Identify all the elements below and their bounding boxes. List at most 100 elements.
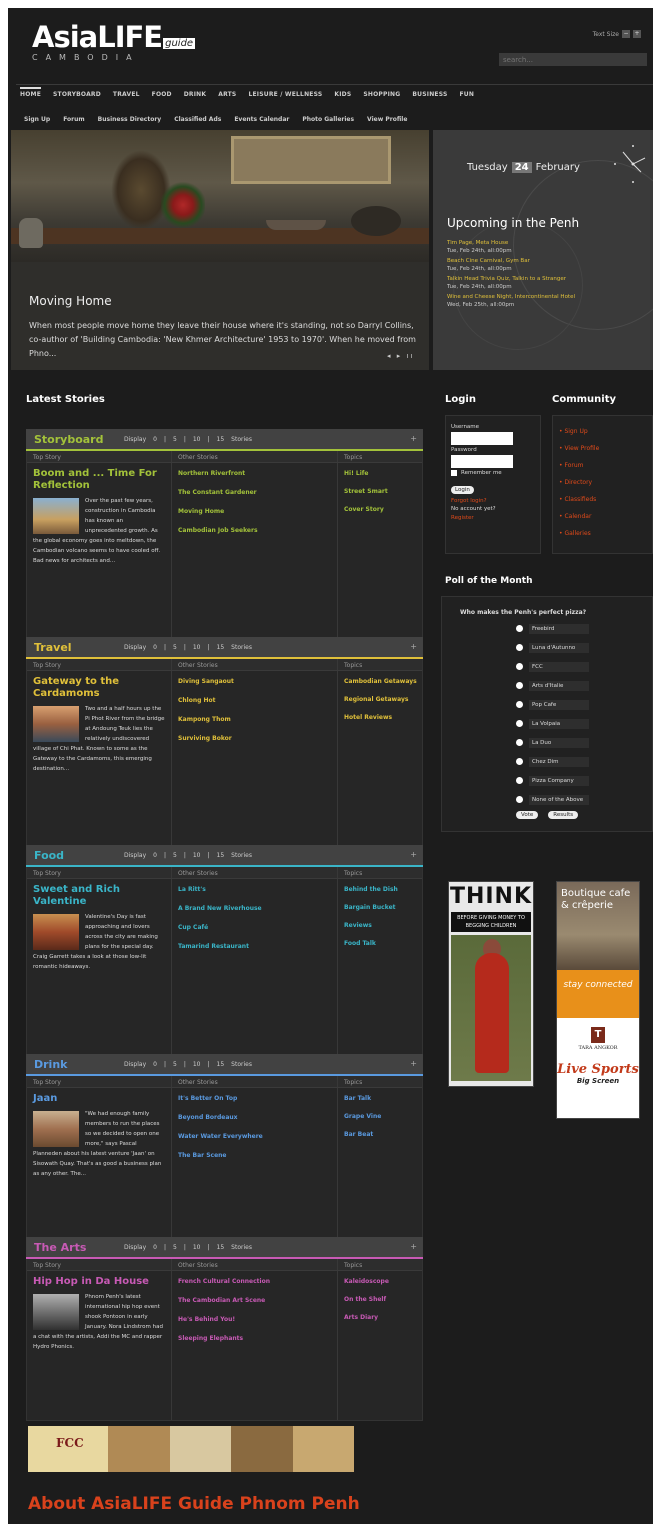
display-count-option[interactable]: 5	[173, 1244, 177, 1251]
fcc-banner-ad[interactable]: FCC	[28, 1426, 354, 1472]
text-smaller-button[interactable]: −	[622, 30, 630, 38]
poll-option[interactable]: La Volpaia	[516, 714, 589, 733]
display-count-option[interactable]: 0	[153, 644, 157, 651]
display-count-option[interactable]: 10	[193, 644, 201, 651]
other-story-link[interactable]: Surviving Bokor	[178, 735, 337, 742]
other-story-link[interactable]: The Cambodian Art Scene	[178, 1297, 337, 1304]
poll-option[interactable]: La Duo	[516, 733, 589, 752]
event-item[interactable]: Talkin Head Trivia Quiz, Talkin to a Str…	[447, 276, 651, 290]
register-link[interactable]: Register	[451, 515, 540, 521]
username-input[interactable]	[451, 432, 513, 445]
display-count-option[interactable]: Stories	[231, 1061, 252, 1068]
topic-link[interactable]: Street Smart	[344, 488, 422, 496]
community-item-classifieds[interactable]: • Classifieds	[559, 496, 652, 504]
top-story-thumbnail[interactable]	[33, 1111, 79, 1147]
community-item-view-profile[interactable]: • View Profile	[559, 445, 652, 453]
top-story-thumbnail[interactable]	[33, 498, 79, 534]
nav-home[interactable]: HOME	[20, 87, 41, 98]
topic-link[interactable]: Hotel Reviews	[344, 714, 422, 722]
event-name[interactable]: Beach Cine Carnival, Gym Bar	[447, 258, 651, 264]
other-story-link[interactable]: Northern Riverfront	[178, 470, 337, 477]
event-name[interactable]: Wine and Cheese Night, Intercontinental …	[447, 294, 651, 300]
community-item-calendar[interactable]: • Calendar	[559, 513, 652, 521]
topic-link[interactable]: Behind the Dish	[344, 886, 422, 894]
event-item[interactable]: Wine and Cheese Night, Intercontinental …	[447, 294, 651, 308]
community-item-sign-up[interactable]: • Sign Up	[559, 428, 652, 436]
nav-shopping[interactable]: SHOPPING	[363, 91, 400, 98]
subnav-photo-galleries[interactable]: Photo Galleries	[302, 116, 354, 123]
display-count-option[interactable]: Stories	[231, 1244, 252, 1251]
top-story-title[interactable]: Hip Hop in Da House	[33, 1276, 166, 1288]
topic-link[interactable]: Food Talk	[344, 940, 422, 948]
event-item[interactable]: Beach Cine Carnival, Gym Bar Tue, Feb 24t…	[447, 258, 651, 272]
expand-icon[interactable]: +	[410, 642, 417, 651]
other-story-link[interactable]: Cup Café	[178, 924, 337, 931]
topic-link[interactable]: Cambodian Getaways	[344, 678, 422, 686]
text-larger-button[interactable]: +	[633, 30, 641, 38]
vote-button[interactable]: Vote	[516, 811, 539, 819]
radio-button[interactable]	[516, 682, 523, 689]
tara-angkor-ad[interactable]: Boutique cafe & crêperie stay connected …	[556, 881, 640, 1119]
top-story-thumbnail[interactable]	[33, 914, 79, 950]
subnav-forum[interactable]: Forum	[63, 116, 84, 123]
other-story-link[interactable]: La Ritt's	[178, 886, 337, 893]
featured-title[interactable]: Moving Home	[29, 294, 112, 308]
display-count-option[interactable]: 15	[217, 644, 225, 651]
think-ad[interactable]: THINK BEFORE GIVING MONEY TO BEGGING CHI…	[448, 881, 534, 1087]
nav-travel[interactable]: TRAVEL	[113, 91, 140, 98]
topic-link[interactable]: Regional Getaways	[344, 696, 422, 704]
display-count-option[interactable]: 5	[173, 644, 177, 651]
nav-drink[interactable]: DRINK	[184, 91, 207, 98]
other-story-link[interactable]: Tamarind Restaurant	[178, 943, 337, 950]
event-name[interactable]: Talkin Head Trivia Quiz, Talkin to a Str…	[447, 276, 651, 282]
display-count-option[interactable]: Stories	[231, 644, 252, 651]
display-count-option[interactable]: Stories	[231, 436, 252, 443]
community-item-forum[interactable]: • Forum	[559, 462, 652, 470]
expand-icon[interactable]: +	[410, 434, 417, 443]
subnav-sign-up[interactable]: Sign Up	[24, 116, 50, 123]
poll-option[interactable]: Pop Cafe	[516, 695, 589, 714]
results-button[interactable]: Results	[548, 811, 579, 819]
section-title[interactable]: Storyboard	[34, 433, 124, 446]
top-story-title[interactable]: Jaan	[33, 1093, 166, 1105]
other-story-link[interactable]: Sleeping Elephants	[178, 1335, 337, 1342]
radio-button[interactable]	[516, 777, 523, 784]
radio-button[interactable]	[516, 796, 523, 803]
display-count-option[interactable]: 15	[217, 436, 225, 443]
radio-button[interactable]	[516, 701, 523, 708]
display-count-option[interactable]: 0	[153, 1244, 157, 1251]
remember-checkbox[interactable]	[451, 470, 457, 476]
topic-link[interactable]: Cover Story	[344, 506, 422, 514]
subnav-events-calendar[interactable]: Events Calendar	[234, 116, 289, 123]
poll-option[interactable]: Freebird	[516, 619, 589, 638]
site-logo[interactable]: AsiaLIFE guide CAMBODIA	[32, 22, 196, 62]
display-count-option[interactable]: 15	[217, 1061, 225, 1068]
topic-link[interactable]: Bar Beat	[344, 1131, 422, 1139]
nav-business[interactable]: BUSINESS	[412, 91, 447, 98]
display-count-option[interactable]: 5	[173, 436, 177, 443]
display-count-option[interactable]: Stories	[231, 852, 252, 859]
topic-link[interactable]: Reviews	[344, 922, 422, 930]
remember-me[interactable]: Remember me	[451, 470, 540, 476]
login-button[interactable]: Login	[451, 486, 474, 494]
event-item[interactable]: Tim Page, Meta House Tue, Feb 24th, all:0…	[447, 240, 651, 254]
display-count-option[interactable]: 10	[193, 1244, 201, 1251]
password-input[interactable]	[451, 455, 513, 468]
nav-kids[interactable]: KIDS	[334, 91, 351, 98]
top-story-thumbnail[interactable]	[33, 1294, 79, 1330]
nav-food[interactable]: FOOD	[152, 91, 172, 98]
subnav-classified-ads[interactable]: Classified Ads	[174, 116, 221, 123]
subnav-view-profile[interactable]: View Profile	[367, 116, 407, 123]
community-item-directory[interactable]: • Directory	[559, 479, 652, 487]
expand-icon[interactable]: +	[410, 1242, 417, 1251]
other-story-link[interactable]: Chlong Hot	[178, 697, 337, 704]
top-story-title[interactable]: Boom and ... Time For Reflection	[33, 468, 166, 492]
radio-button[interactable]	[516, 758, 523, 765]
section-title[interactable]: The Arts	[34, 1241, 124, 1254]
display-count-option[interactable]: 10	[193, 436, 201, 443]
poll-option[interactable]: Pizza Company	[516, 771, 589, 790]
radio-button[interactable]	[516, 625, 523, 632]
other-story-link[interactable]: It's Better On Top	[178, 1095, 337, 1102]
topic-link[interactable]: Arts Diary	[344, 1314, 422, 1322]
section-title[interactable]: Food	[34, 849, 124, 862]
